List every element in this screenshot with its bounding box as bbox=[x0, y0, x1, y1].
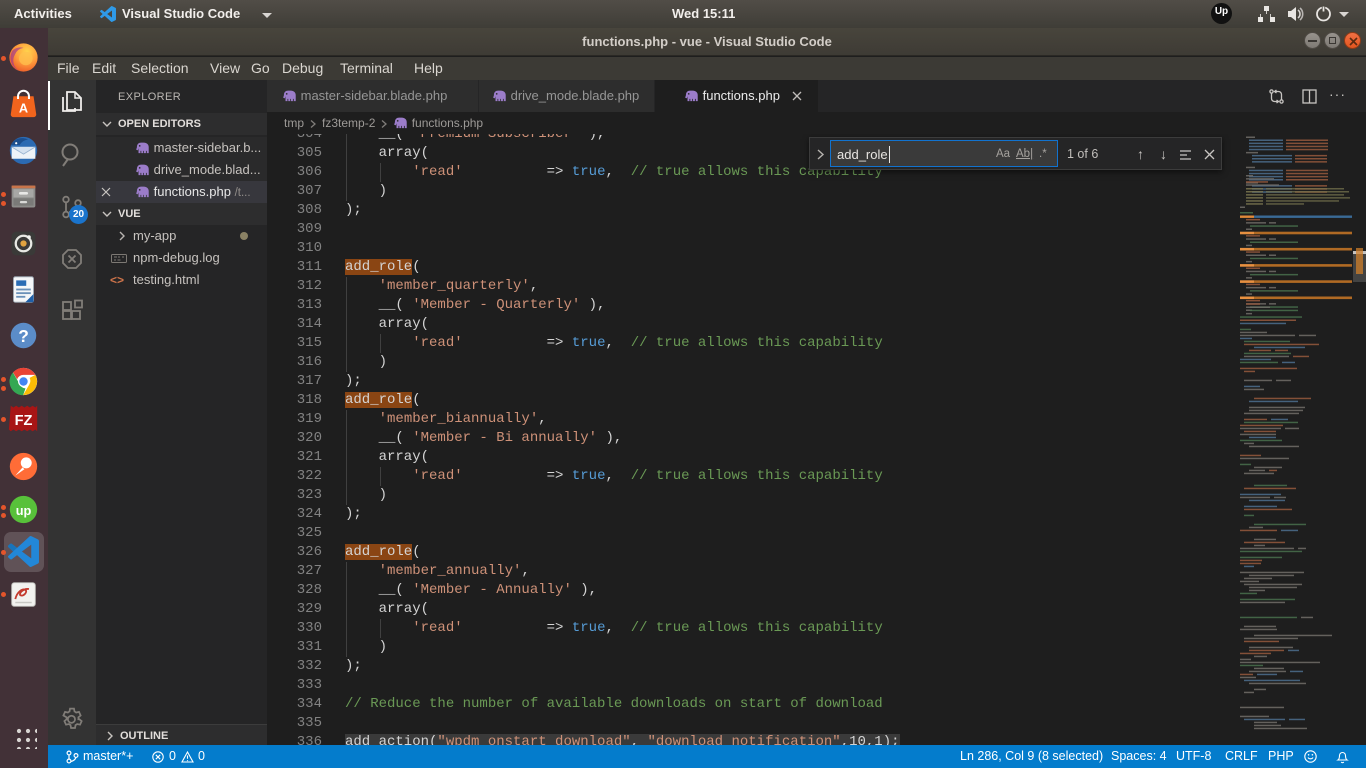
svg-text:FZ: FZ bbox=[15, 413, 33, 429]
svg-text:A: A bbox=[19, 101, 28, 116]
svg-text:up: up bbox=[16, 502, 32, 517]
svg-text:?: ? bbox=[18, 326, 29, 346]
